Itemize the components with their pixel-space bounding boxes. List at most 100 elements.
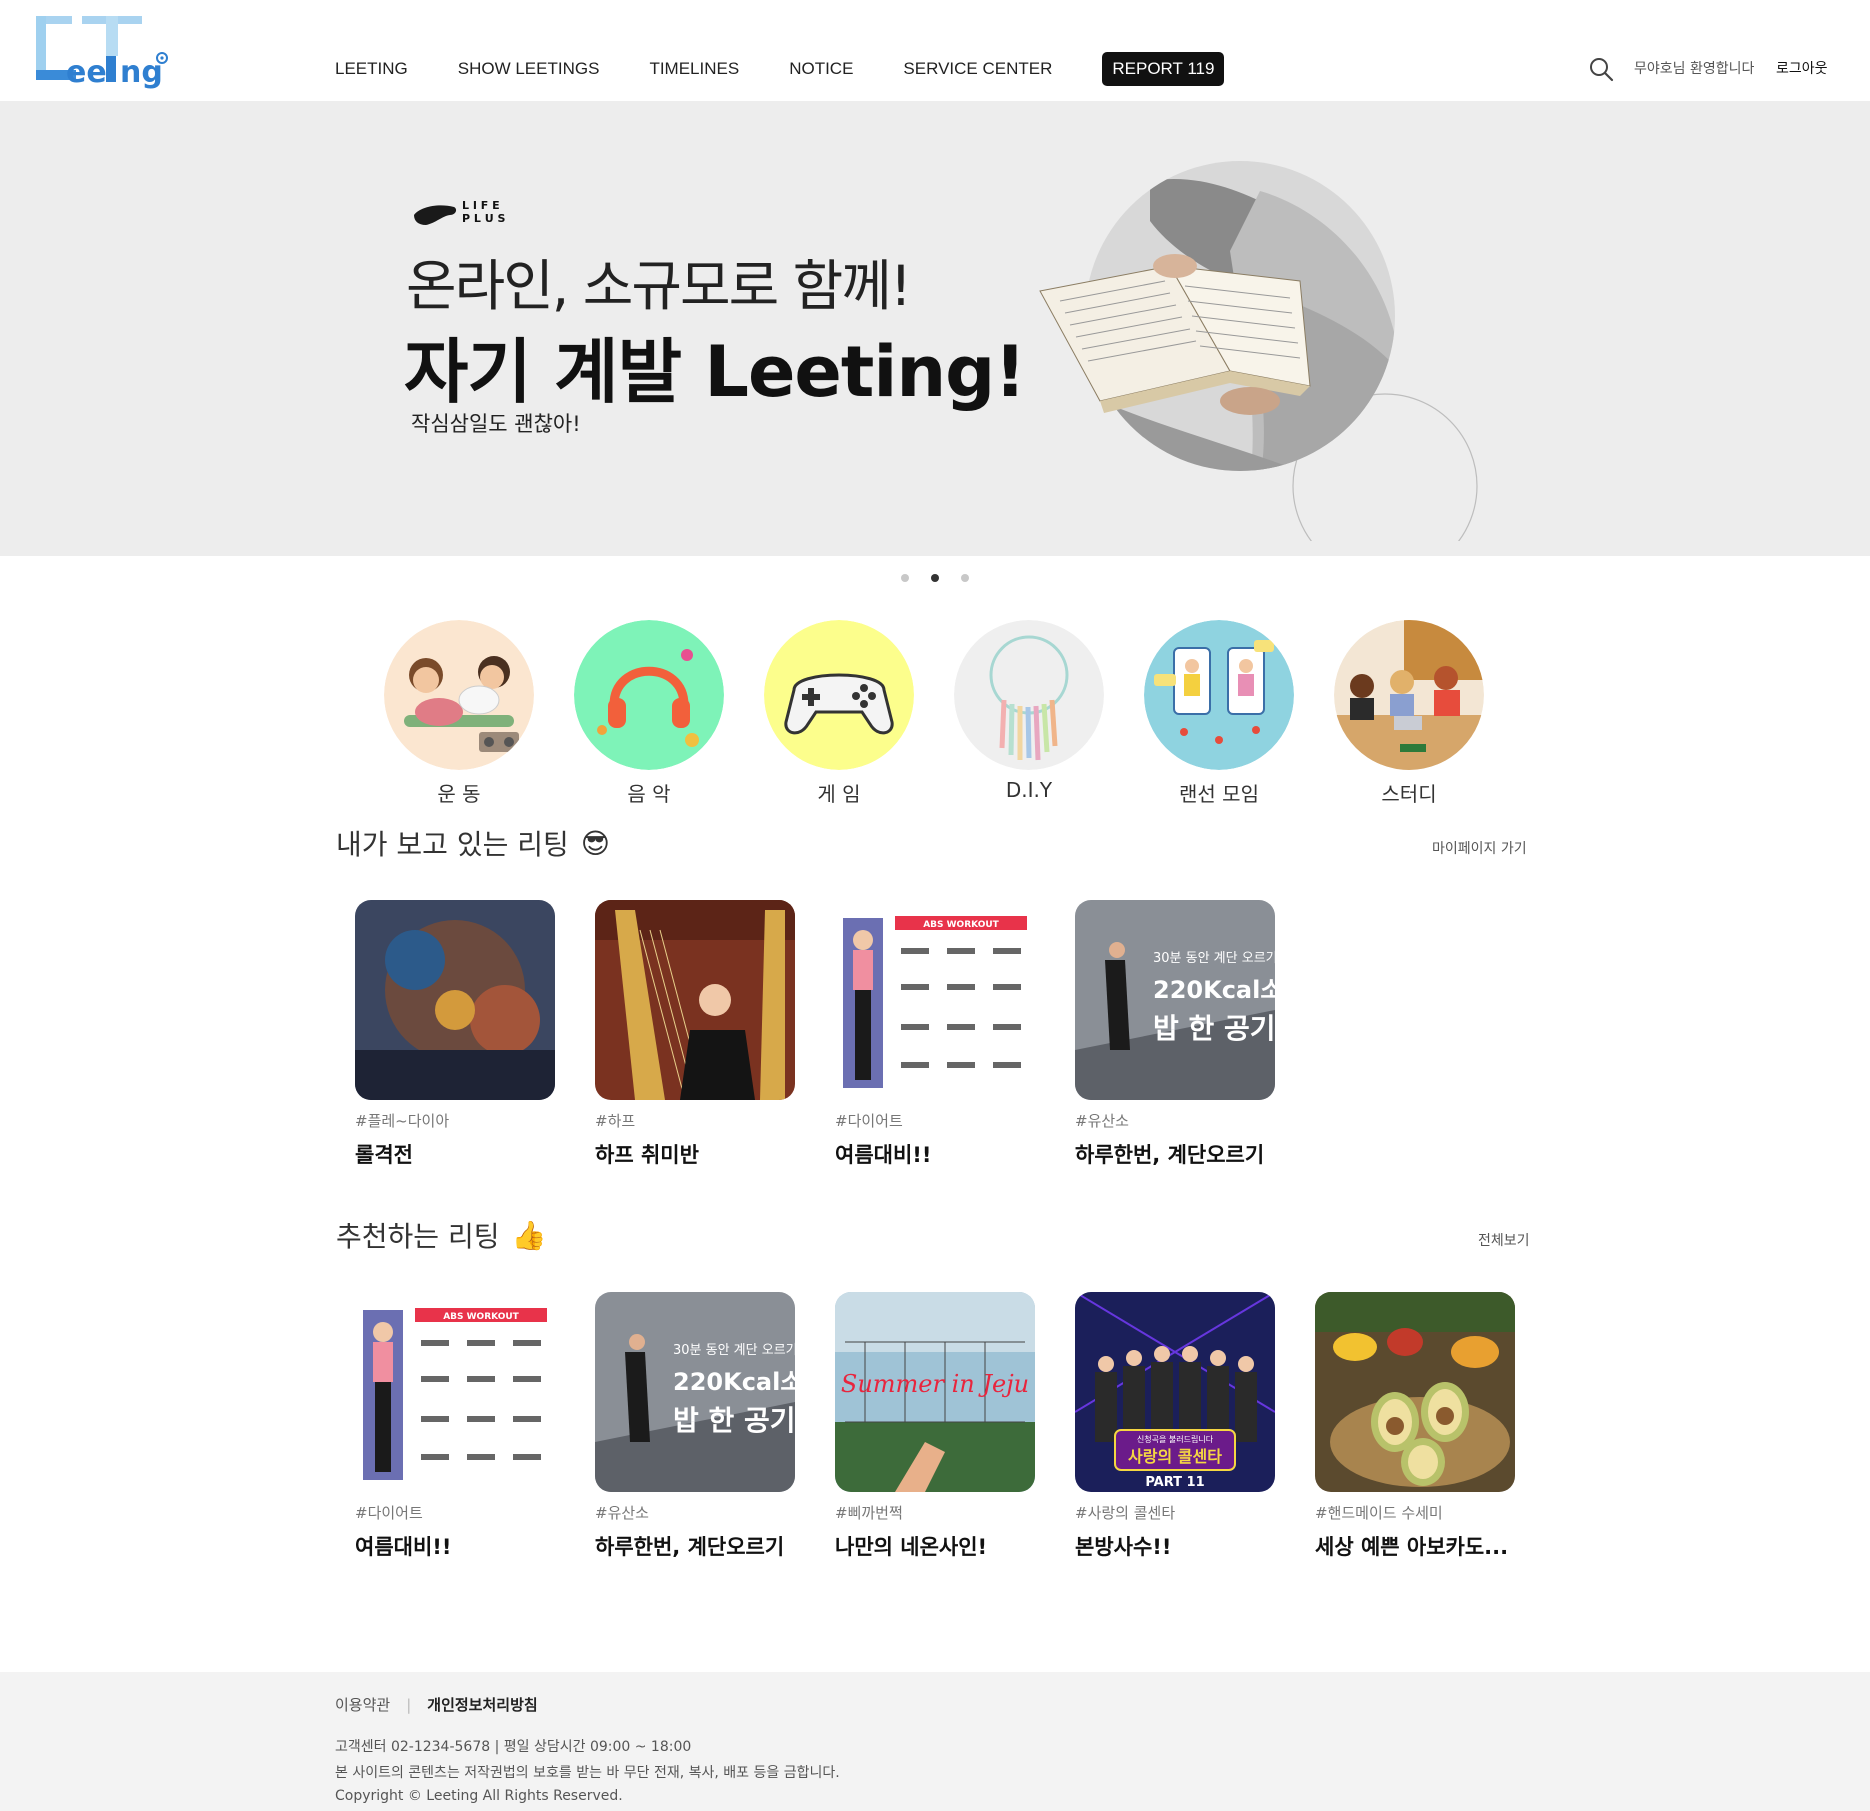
leeting-card[interactable]: Summer in Jeju #삐까번쩍 나만의 네온사인! (835, 1292, 1035, 1561)
category-music[interactable]: 음 악 (574, 620, 724, 807)
report-119-button[interactable]: REPORT 119 (1102, 52, 1225, 86)
show-text-2: 사랑의 콜센타 (1128, 1447, 1222, 1466)
footer: 이용약관 | 개인정보처리방침 고객센터 02-1234-5678 | 평일 상… (0, 1672, 1870, 1811)
header: ee ng LEETING SHOW LEETINGS TIMELINES NO… (0, 0, 1870, 101)
brand-line-2: P L U S (462, 212, 506, 225)
abs-workout-thumbnail: ABS WORKOUT (355, 1292, 555, 1492)
stairs-text-2: 220Kcal소모 (1153, 976, 1275, 1004)
main-nav: LEETING SHOW LEETINGS TIMELINES NOTICE S… (335, 50, 1225, 88)
category-online-meetup[interactable]: 랜선 모임 (1144, 620, 1294, 807)
stairs-text-1: 30분 동안 계단 오르기 (1153, 951, 1275, 966)
hero-dot-2[interactable] (931, 574, 939, 582)
show-text-1: 신청곡을 불러드립니다 (1137, 1434, 1214, 1444)
recommended-section-title: 추천하는 리팅 👍 (336, 1215, 546, 1255)
footer-contact: 고객센터 02-1234-5678 | 평일 상담시간 09:00 ~ 18:0… (335, 1739, 692, 1755)
avocado-scrubber-thumbnail (1315, 1292, 1515, 1492)
lifeplus-brand: L I F E P L U S (412, 199, 522, 229)
hero-pagination (0, 574, 1870, 582)
online-meetup-illustration (1144, 620, 1294, 770)
hero-dot-1[interactable] (901, 574, 909, 582)
category-label: D.I.Y (1005, 778, 1053, 802)
nav-timelines[interactable]: TIMELINES (649, 59, 739, 79)
leeting-card[interactable]: #플레~다이아 롤격전 (355, 900, 555, 1169)
card-title: 하루한번, 계단오르기 (595, 1535, 785, 1559)
stairs-text-3: 밥 한 공기열량 (1153, 1012, 1275, 1045)
card-title: 하프 취미반 (595, 1143, 699, 1167)
stairs-thumbnail: 30분 동안 계단 오르기 220Kcal소모 밥 한 공기열량 (595, 1292, 847, 1492)
svg-text:ee: ee (66, 55, 107, 90)
category-list: 운 동 음 악 게 임 D.I.Y 랜선 모임 스터디 (384, 620, 1524, 807)
leeting-card[interactable]: #하프 하프 취미반 (595, 900, 795, 1169)
leeting-card[interactable]: 신청곡을 불러드립니다 사랑의 콜센타 PART 11 #사랑의 콜센타 본방사… (1074, 1291, 1276, 1561)
watching-section-title: 내가 보고 있는 리팅 😎 (336, 823, 610, 863)
card-tag: #하프 (595, 1112, 636, 1130)
card-tag: #삐까번쩍 (835, 1504, 903, 1522)
hero-banner: L I F E P L U S 온라인, 소규모로 함께! 자기 계발 Leet… (0, 101, 1870, 556)
book-shape (1039, 254, 1311, 415)
card-tag: #플레~다이아 (355, 1112, 450, 1130)
watching-title-text: 내가 보고 있는 리팅 (336, 828, 569, 861)
stairs-text-1: 30분 동안 계단 오르기 (673, 1343, 795, 1358)
abs-banner-text: ABS WORKOUT (443, 1312, 519, 1322)
leeting-logo[interactable]: ee ng (32, 12, 172, 90)
leeting-card[interactable]: ABS WORKOUT #다이어트 여름대비!! (355, 1292, 555, 1561)
recommended-title-text: 추천하는 리팅 (336, 1220, 500, 1253)
hero-dot-3[interactable] (961, 574, 969, 582)
study-illustration (1334, 620, 1484, 770)
leeting-card[interactable]: ABS WORKOUT #다이어트 여름대비!! (835, 900, 1035, 1169)
hero-reading-illustration (1039, 161, 1478, 541)
category-game[interactable]: 게 임 (764, 620, 914, 807)
exercise-illustration (384, 620, 534, 770)
hero-subtitle: 작심삼일도 괜찮아! (411, 412, 581, 436)
card-tag: #다이어트 (835, 1112, 903, 1130)
mypage-link[interactable]: 마이페이지 가기 (1432, 838, 1527, 858)
card-title: 여름대비!! (835, 1143, 932, 1167)
nav-leeting[interactable]: LEETING (335, 59, 408, 79)
headphones-illustration (574, 620, 724, 770)
card-tag: #다이어트 (355, 1504, 423, 1522)
card-tag: #유산소 (595, 1504, 649, 1522)
card-title: 나만의 네온사인! (835, 1535, 988, 1559)
neon-text: Summer in Jeju (841, 1370, 1029, 1398)
terms-link[interactable]: 이용약관 (335, 1694, 390, 1715)
show-text-3: PART 11 (1145, 1475, 1204, 1490)
watching-card-list: #플레~다이아 롤격전 #하프 하프 취미반 ABS WORKOUT #다이어트… (355, 900, 1327, 1169)
card-tag: #유산소 (1075, 1112, 1129, 1130)
category-diy[interactable]: D.I.Y (954, 620, 1104, 807)
thumbs-up-emoji-icon: 👍 (511, 1218, 547, 1252)
svg-text:ng: ng (120, 55, 163, 90)
category-exercise[interactable]: 운 동 (384, 620, 534, 807)
category-study[interactable]: 스터디 (1334, 620, 1484, 807)
leeting-card[interactable]: 30분 동안 계단 오르기 220Kcal소모 밥 한 공기열량 #유산소 하루… (1075, 900, 1327, 1169)
card-title: 본방사수!! (1075, 1535, 1172, 1559)
privacy-link[interactable]: 개인정보처리방침 (427, 1694, 537, 1715)
nav-notice[interactable]: NOTICE (789, 59, 853, 79)
welcome-text: 무야호님 환영합니다 (1634, 61, 1755, 77)
category-label: 음 악 (627, 782, 671, 806)
search-icon[interactable] (1588, 56, 1614, 82)
abs-workout-thumbnail: ABS WORKOUT (835, 900, 1035, 1100)
card-tag: #사랑의 콜센타 (1075, 1504, 1176, 1522)
harp-thumbnail (595, 900, 795, 1101)
footer-copyright: Copyright © Leeting All Rights Reserved. (335, 1788, 623, 1804)
leeting-card[interactable]: 30분 동안 계단 오르기 220Kcal소모 밥 한 공기열량 #유산소 하루… (595, 1292, 847, 1561)
tv-show-thumbnail: 신청곡을 불러드립니다 사랑의 콜센타 PART 11 (1074, 1291, 1276, 1492)
category-label: 운 동 (437, 782, 481, 806)
view-all-link[interactable]: 전체보기 (1478, 1230, 1530, 1250)
recommended-card-list: ABS WORKOUT #다이어트 여름대비!! 30분 동안 계단 오르기 2… (355, 1291, 1555, 1561)
logout-link[interactable]: 로그아웃 (1776, 58, 1828, 78)
card-title: 롤격전 (355, 1143, 413, 1167)
card-title: 여름대비!! (355, 1535, 452, 1559)
leeting-card[interactable]: #핸드메이드 수세미 세상 예쁜 아보카도... (1315, 1292, 1515, 1561)
nav-service-center[interactable]: SERVICE CENTER (903, 59, 1052, 79)
diy-dreamcatcher-illustration (954, 620, 1104, 770)
card-title: 세상 예쁜 아보카도... (1315, 1535, 1509, 1559)
stairs-text-3: 밥 한 공기열량 (673, 1404, 795, 1437)
abs-banner-text: ABS WORKOUT (923, 920, 999, 930)
hero-headline: 온라인, 소규모로 함께! (406, 254, 912, 318)
stairs-thumbnail: 30분 동안 계단 오르기 220Kcal소모 밥 한 공기열량 (1075, 900, 1327, 1100)
nav-show-leetings[interactable]: SHOW LEETINGS (458, 59, 600, 79)
brand-line-1: L I F E (462, 199, 500, 212)
gamepad-illustration (764, 620, 914, 770)
card-tag: #핸드메이드 수세미 (1315, 1504, 1443, 1522)
